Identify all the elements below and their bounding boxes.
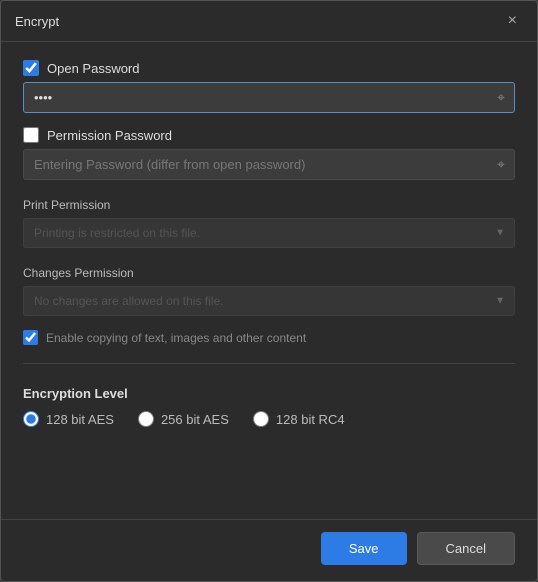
- encrypt-dialog: Encrypt × Open Password ⌖ Permission Pas…: [0, 0, 538, 582]
- encryption-level-title: Encryption Level: [23, 386, 515, 401]
- print-permission-section: Print Permission Printing is restricted …: [23, 194, 515, 248]
- close-button[interactable]: ×: [502, 11, 523, 31]
- dialog-body: Open Password ⌖ Permission Password ⌖ Pr…: [1, 42, 537, 519]
- permission-password-checkbox-row: Permission Password: [23, 127, 515, 143]
- print-permission-select-wrapper: Printing is restricted on this file. ▼: [23, 218, 515, 248]
- changes-permission-select[interactable]: No changes are allowed on this file.: [23, 286, 515, 316]
- encryption-radio-group: 128 bit AES 256 bit AES 128 bit RC4: [23, 411, 515, 427]
- dialog-footer: Save Cancel: [1, 519, 537, 581]
- radio-128rc4[interactable]: [253, 411, 269, 427]
- print-permission-select[interactable]: Printing is restricted on this file.: [23, 218, 515, 248]
- permission-password-input[interactable]: [23, 149, 515, 180]
- open-password-label[interactable]: Open Password: [47, 61, 140, 76]
- copy-content-label[interactable]: Enable copying of text, images and other…: [46, 331, 306, 345]
- radio-item-128aes[interactable]: 128 bit AES: [23, 411, 114, 427]
- open-password-checkbox[interactable]: [23, 60, 39, 76]
- radio-128aes-label: 128 bit AES: [46, 412, 114, 427]
- open-password-input[interactable]: [23, 82, 515, 113]
- open-password-checkbox-row: Open Password: [23, 60, 515, 76]
- permission-password-eye-icon[interactable]: ⌖: [497, 156, 505, 173]
- radio-128rc4-label: 128 bit RC4: [276, 412, 345, 427]
- section-divider: [23, 363, 515, 364]
- save-button[interactable]: Save: [321, 532, 407, 565]
- permission-password-input-wrapper: ⌖: [23, 149, 515, 180]
- encryption-level-section: Encryption Level 128 bit AES 256 bit AES…: [23, 386, 515, 427]
- dialog-title: Encrypt: [15, 14, 59, 29]
- permission-password-label[interactable]: Permission Password: [47, 128, 172, 143]
- radio-256aes[interactable]: [138, 411, 154, 427]
- changes-permission-section: Changes Permission No changes are allowe…: [23, 262, 515, 316]
- cancel-button[interactable]: Cancel: [417, 532, 515, 565]
- open-password-input-wrapper: ⌖: [23, 82, 515, 113]
- copy-content-row: Enable copying of text, images and other…: [23, 330, 515, 345]
- open-password-eye-icon[interactable]: ⌖: [497, 89, 505, 106]
- radio-item-128rc4[interactable]: 128 bit RC4: [253, 411, 345, 427]
- permission-password-section: Permission Password ⌖: [23, 127, 515, 180]
- title-bar: Encrypt ×: [1, 1, 537, 42]
- print-permission-label: Print Permission: [23, 198, 515, 212]
- open-password-section: Open Password ⌖: [23, 60, 515, 113]
- changes-permission-select-wrapper: No changes are allowed on this file. ▼: [23, 286, 515, 316]
- changes-permission-label: Changes Permission: [23, 266, 515, 280]
- permission-password-checkbox[interactable]: [23, 127, 39, 143]
- radio-256aes-label: 256 bit AES: [161, 412, 229, 427]
- radio-128aes[interactable]: [23, 411, 39, 427]
- radio-item-256aes[interactable]: 256 bit AES: [138, 411, 229, 427]
- copy-content-checkbox[interactable]: [23, 330, 38, 345]
